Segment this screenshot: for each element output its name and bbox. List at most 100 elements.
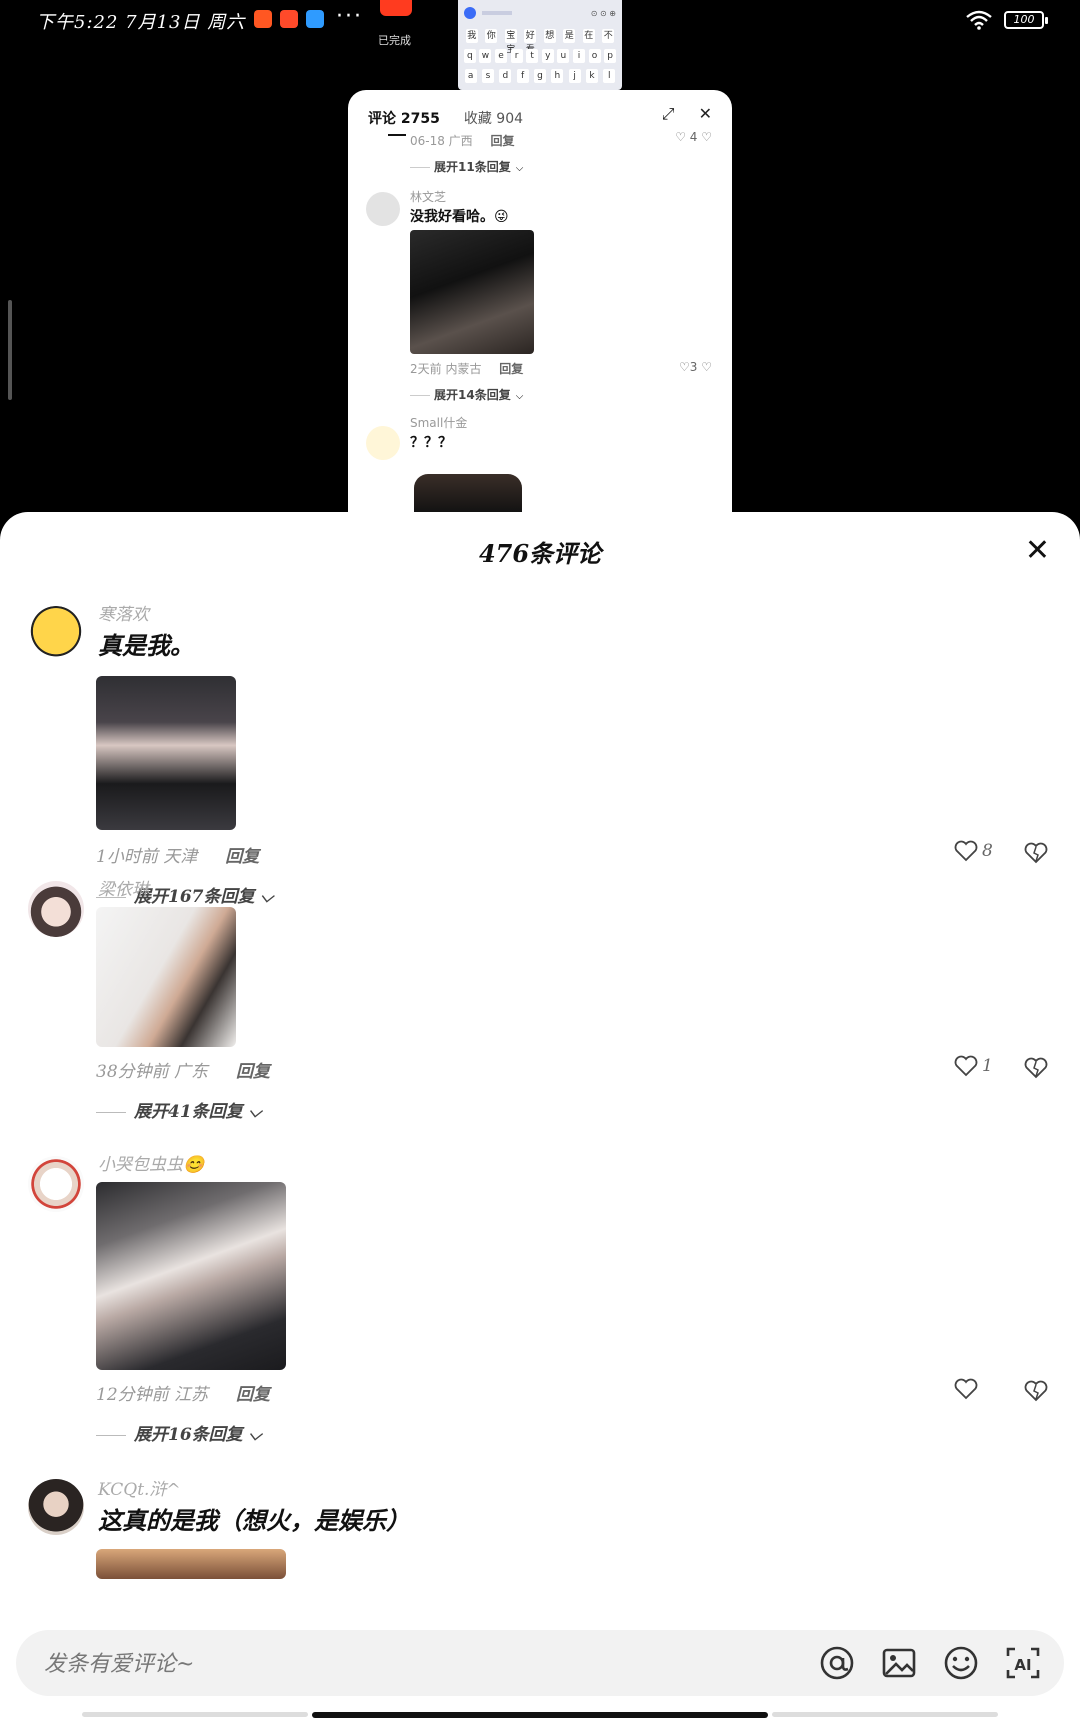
- keyboard-key[interactable]: u: [557, 49, 570, 63]
- avatar[interactable]: [28, 1156, 84, 1212]
- like-button[interactable]: ♡3 ♡: [679, 360, 712, 374]
- avatar[interactable]: [366, 192, 400, 226]
- like-button[interactable]: [954, 1378, 982, 1400]
- like-button[interactable]: 1: [954, 1055, 993, 1077]
- keyboard-suggestion[interactable]: 是: [563, 29, 576, 43]
- avatar[interactable]: [28, 606, 84, 662]
- keyboard-suggestion[interactable]: 在: [582, 29, 595, 43]
- tab-comments[interactable]: 评论 2755: [368, 108, 440, 136]
- comment-image[interactable]: [96, 1182, 286, 1370]
- keyboard-key[interactable]: f: [516, 69, 529, 83]
- avatar[interactable]: [28, 881, 84, 937]
- expand-icon[interactable]: ⤢: [662, 104, 675, 124]
- expand-replies-button[interactable]: 展开11条回复 ⌵: [410, 156, 523, 175]
- chevron-down-icon: ⌵: [248, 1425, 262, 1445]
- comment-image[interactable]: [414, 474, 522, 514]
- comment-image[interactable]: [410, 230, 534, 354]
- dislike-icon[interactable]: [1024, 1057, 1048, 1079]
- at-icon[interactable]: [818, 1644, 856, 1682]
- background-comment-panel: 评论 2755 收藏 904 ⤢ ✕ 06-18 广西 回复 ♡ 4 ♡ 展开1…: [348, 90, 732, 520]
- emoji-icon[interactable]: [942, 1644, 980, 1682]
- comment-time-location: 1小时前 天津: [96, 847, 198, 867]
- keyboard-key[interactable]: o: [588, 49, 601, 63]
- keyboard-key[interactable]: h: [551, 69, 564, 83]
- expand-replies-button[interactable]: 展开14条回复 ⌵: [410, 384, 523, 403]
- keyboard-suggestions: 我你宝宝好看想是在不: [458, 26, 622, 55]
- keyboard-suggestion[interactable]: 好看: [524, 29, 537, 55]
- floating-app-window[interactable]: [380, 0, 412, 16]
- close-icon[interactable]: ✕: [699, 104, 712, 124]
- comment-text: 没我好看哈。😜: [410, 209, 509, 225]
- keyboard-key[interactable]: g: [533, 69, 546, 83]
- reply-button[interactable]: 回复: [225, 847, 259, 867]
- comment-author[interactable]: 小哭包虫虫😊: [98, 1150, 204, 1175]
- comment-image[interactable]: [96, 1549, 286, 1579]
- keyboard-preview[interactable]: ⊙ ⊙ ⊕ 我你宝宝好看想是在不 qwertyuiop asdfghjkl: [458, 0, 622, 90]
- done-label: 已完成: [378, 34, 411, 47]
- comment-meta: 12分钟前 江苏 回复: [96, 1380, 270, 1405]
- keyboard-key[interactable]: p: [604, 49, 617, 63]
- reply-button[interactable]: 回复: [499, 362, 523, 376]
- input-method-icon: [464, 7, 476, 19]
- keyboard-key[interactable]: a: [464, 69, 477, 83]
- comment-time-location: 38分钟前 广东: [96, 1062, 209, 1082]
- status-time: 下午5:22 7月13日 周六: [36, 12, 246, 33]
- expand-replies-label: 展开41条回复: [134, 1102, 243, 1122]
- keyboard-key[interactable]: j: [568, 69, 581, 83]
- keyboard-key[interactable]: q: [463, 49, 476, 63]
- avatar[interactable]: [28, 1479, 84, 1535]
- keyboard-suggestion[interactable]: 想: [543, 29, 556, 43]
- comment-image[interactable]: [96, 907, 236, 1047]
- heart-icon: [954, 1378, 978, 1400]
- comment-author[interactable]: 林文芝: [410, 188, 446, 205]
- keyboard-toolbar: ⊙ ⊙ ⊕: [458, 0, 622, 26]
- keyboard-key[interactable]: s: [481, 69, 494, 83]
- keyboard-suggestion[interactable]: 宝宝: [504, 29, 517, 55]
- dislike-icon[interactable]: [1024, 842, 1048, 864]
- comment-input-bar[interactable]: 发条有爱评论~ AI: [16, 1630, 1064, 1696]
- keyboard-key[interactable]: t: [526, 49, 539, 63]
- sheet-title: 476条评论: [478, 539, 602, 568]
- like-count[interactable]: ♡ 4 ♡: [675, 130, 712, 144]
- heart-icon: [954, 840, 978, 862]
- keyboard-key[interactable]: d: [499, 69, 512, 83]
- avatar[interactable]: [366, 426, 400, 460]
- like-count-value: 4: [689, 130, 698, 144]
- notification-icons: [254, 10, 324, 28]
- image-icon[interactable]: [880, 1644, 918, 1682]
- comment-author[interactable]: 梁依琳: [98, 875, 149, 900]
- gesture-bar-side: [772, 1712, 998, 1717]
- comment-author[interactable]: 寒落欢: [98, 600, 149, 625]
- expand-replies-button[interactable]: 展开41条回复 ⌵: [96, 1097, 261, 1122]
- dislike-icon[interactable]: [1024, 1380, 1048, 1402]
- ai-icon[interactable]: AI: [1004, 1644, 1042, 1682]
- keyboard-key[interactable]: i: [572, 49, 585, 63]
- home-indicator[interactable]: [312, 1712, 768, 1718]
- close-icon[interactable]: ✕: [1025, 536, 1050, 566]
- keyboard-key[interactable]: y: [541, 49, 554, 63]
- reply-button[interactable]: 回复: [236, 1062, 270, 1082]
- keyboard-key[interactable]: l: [603, 69, 616, 83]
- comment-meta: 2天前 内蒙古 回复: [410, 360, 523, 377]
- keyboard-key[interactable]: r: [510, 49, 523, 63]
- like-button[interactable]: 8: [954, 840, 993, 862]
- keyboard-suggestion[interactable]: 我: [465, 29, 478, 43]
- reply-button[interactable]: 回复: [491, 134, 515, 148]
- wifi-icon: [966, 10, 992, 30]
- keyboard-suggestion[interactable]: 不: [602, 29, 615, 43]
- tab-favorites[interactable]: 收藏 904: [464, 108, 523, 128]
- keyboard-key[interactable]: w: [479, 49, 492, 63]
- comment-meta: 1小时前 天津 回复: [96, 842, 259, 867]
- keyboard-key[interactable]: k: [585, 69, 598, 83]
- side-drag-handle[interactable]: [8, 300, 12, 400]
- more-notifications-icon: ···: [336, 4, 363, 29]
- keyboard-key[interactable]: e: [494, 49, 507, 63]
- comment-author[interactable]: Small什金: [410, 414, 467, 431]
- chevron-down-icon: ⌵: [260, 887, 274, 907]
- reply-button[interactable]: 回复: [236, 1385, 270, 1405]
- keyboard-suggestion[interactable]: 你: [485, 29, 498, 43]
- comment-author[interactable]: KCQt.浒^: [98, 1475, 181, 1500]
- comment-input-placeholder[interactable]: 发条有爱评论~: [44, 1646, 194, 1678]
- expand-replies-button[interactable]: 展开16条回复 ⌵: [96, 1420, 261, 1445]
- comment-image[interactable]: [96, 676, 236, 830]
